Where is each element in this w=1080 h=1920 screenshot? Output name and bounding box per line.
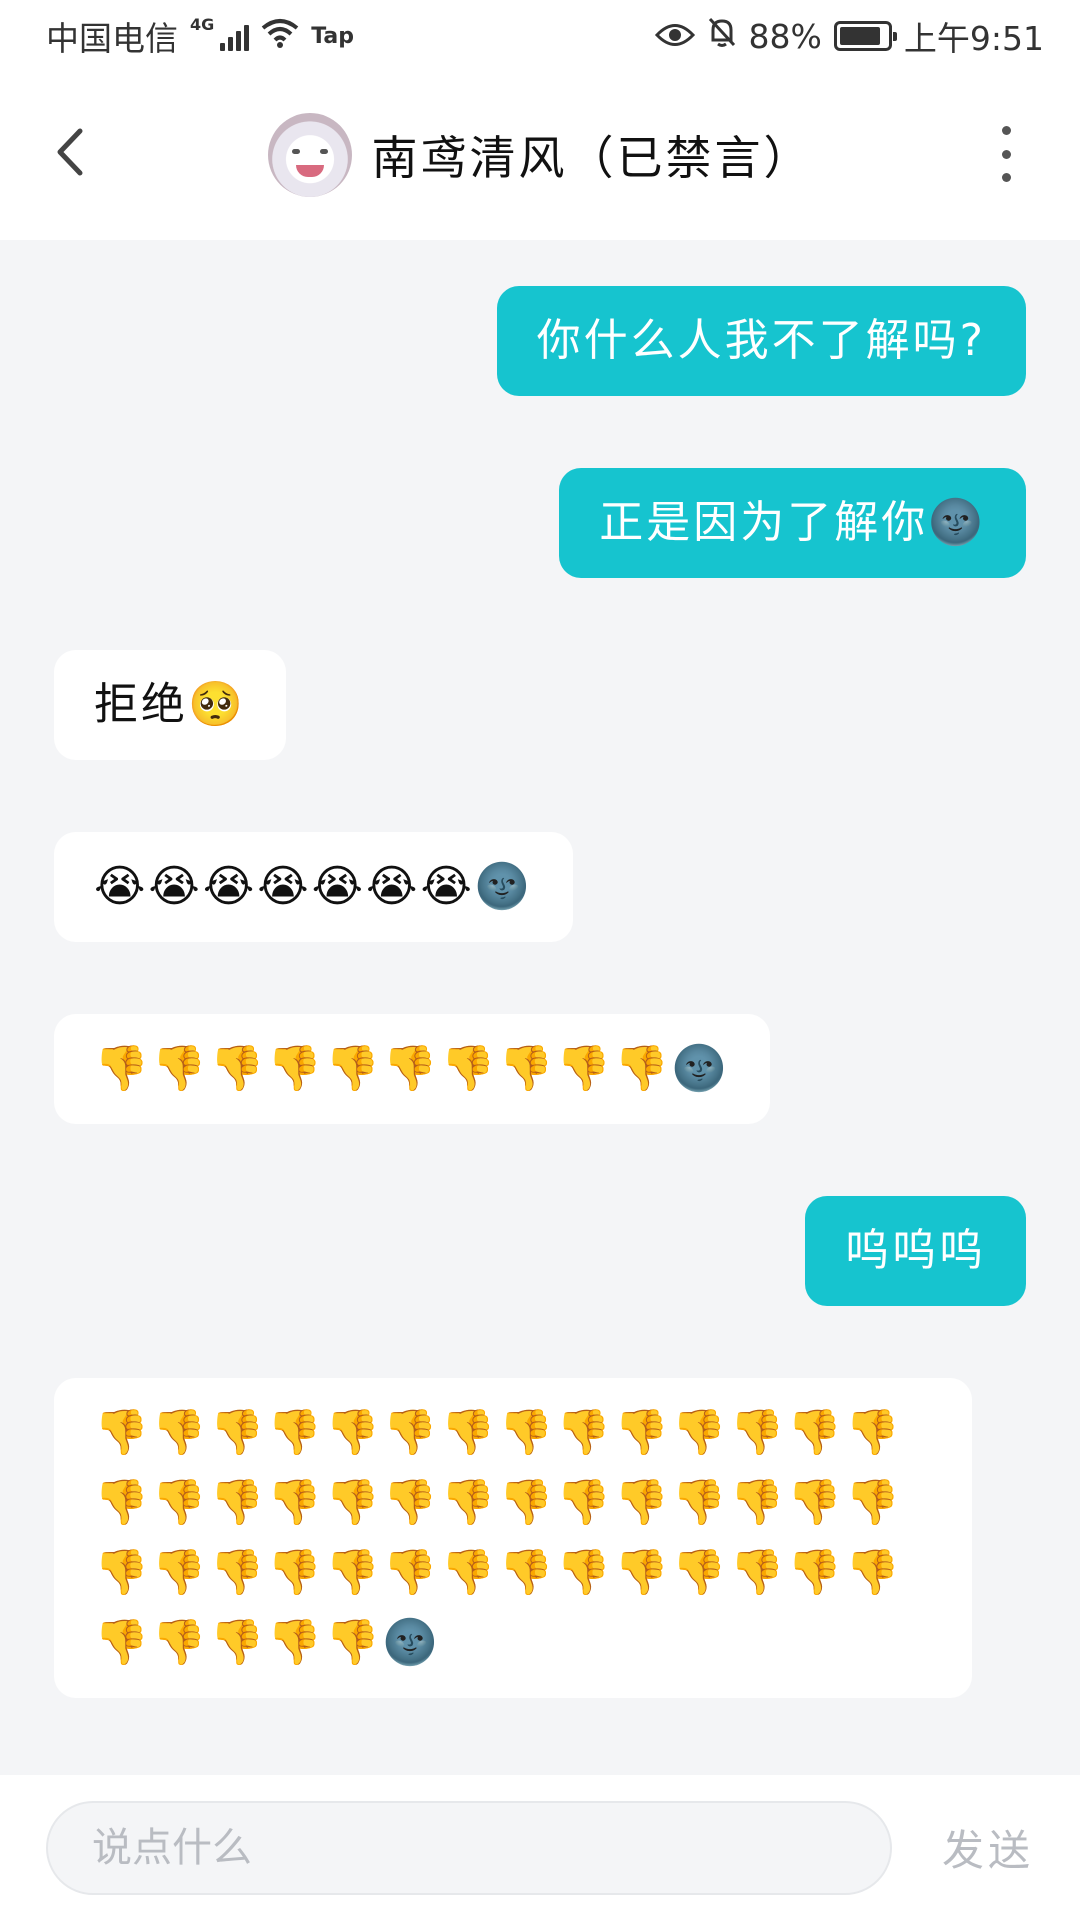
status-bar: 中国电信 4G Tap 88% 上午9:51 [0,0,1080,72]
avatar-eye [291,149,300,154]
message-bubble[interactable]: 你什么人我不了解吗? [496,286,1026,396]
message-input[interactable] [46,1800,892,1895]
battery-level [839,27,881,45]
signal-icon [220,21,250,51]
message-incoming: 拒绝🥺 [54,650,1026,760]
message-bubble[interactable]: 👎👎👎👎👎👎👎👎👎👎👎👎👎👎👎👎👎👎👎👎👎👎👎👎👎👎👎👎👎👎👎👎👎👎👎👎👎👎👎👎… [54,1378,972,1698]
more-vertical-icon [1001,126,1011,135]
message-bubble[interactable]: 😭😭😭😭😭😭😭🌚 [54,832,573,942]
more-vertical-icon [1001,173,1011,182]
more-options-button[interactable] [994,126,1018,182]
wifi-icon [261,17,299,56]
message-bubble[interactable]: 拒绝🥺 [54,650,286,760]
clock: 上午9:51 [903,19,1044,58]
message-bubble[interactable]: 呜呜呜 [805,1196,1026,1306]
message-bubble[interactable]: 👎👎👎👎👎👎👎👎👎👎🌚 [54,1014,770,1124]
message-bubble[interactable]: 正是因为了解你🌚 [559,468,1026,578]
message-list[interactable]: 你什么人我不了解吗? 正是因为了解你🌚 拒绝🥺 😭😭😭😭😭😭😭🌚 👎👎👎👎👎👎👎… [0,240,1080,1775]
status-right: 88% 上午9:51 [654,12,1044,60]
input-bar: 发送 [0,1775,1080,1920]
avatar-mouth [295,165,324,177]
chat-title: 南鸢清风（已禁言） [371,131,813,185]
message-incoming: 😭😭😭😭😭😭😭🌚 [54,832,1026,942]
battery-percent: 88% [748,16,822,56]
chat-header: 南鸢清风（已禁言） [0,72,1080,240]
message-outgoing: 你什么人我不了解吗? [54,286,1026,396]
chat-screen: 中国电信 4G Tap 88% 上午9:51 南鸢清风（已禁言） 你什么人我不了… [0,0,1080,1920]
carrier-label: 中国电信 [46,19,178,58]
battery-icon [833,21,897,51]
network-type: 4G [190,14,215,34]
send-button[interactable]: 发送 [942,1817,1034,1878]
message-incoming: 👎👎👎👎👎👎👎👎👎👎👎👎👎👎👎👎👎👎👎👎👎👎👎👎👎👎👎👎👎👎👎👎👎👎👎👎👎👎👎👎… [54,1378,1026,1698]
status-left: 中国电信 4G Tap [46,12,354,60]
message-incoming: 👎👎👎👎👎👎👎👎👎👎🌚 [54,1014,1026,1124]
header-title-group: 南鸢清风（已禁言） [0,112,1080,198]
avatar[interactable] [267,113,352,197]
eye-icon [654,17,695,56]
more-vertical-icon [1001,149,1011,159]
tap-label: Tap [311,23,355,49]
bell-off-icon [707,16,737,56]
message-outgoing: 呜呜呜 [54,1196,1026,1306]
avatar-eye [319,149,328,154]
message-outgoing: 正是因为了解你🌚 [54,468,1026,578]
